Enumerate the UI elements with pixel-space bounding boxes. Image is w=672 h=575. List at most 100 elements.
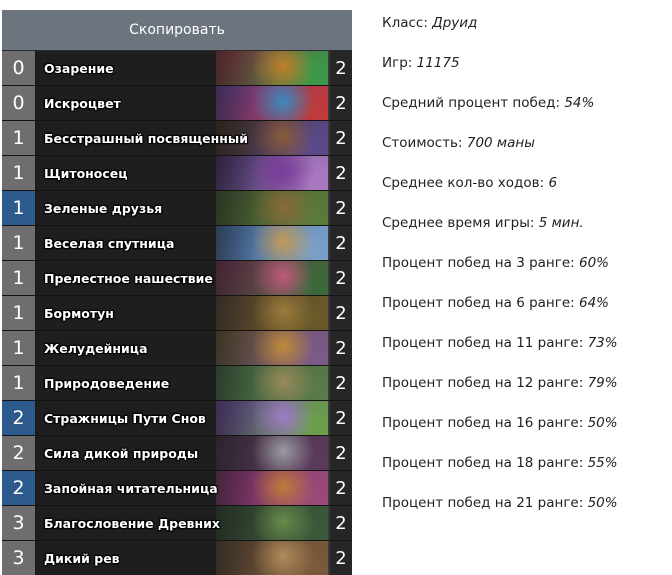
card-count: 2 bbox=[328, 436, 352, 470]
card-tile: Благословение Древних bbox=[37, 506, 328, 540]
stat-line: Среднее кол-во ходов: 6 bbox=[382, 172, 618, 212]
card-count: 2 bbox=[328, 471, 352, 505]
stat-label: Процент побед на 3 ранге: bbox=[382, 255, 579, 271]
stat-line: Средний процент побед: 54% bbox=[382, 92, 618, 132]
card-row[interactable]: 2 Сила дикой природы 2 bbox=[2, 436, 352, 471]
copy-button[interactable]: Скопировать bbox=[2, 10, 352, 51]
card-tile: Стражницы Пути Снов bbox=[37, 401, 328, 435]
card-name: Запойная читательница bbox=[44, 480, 218, 496]
card-count: 2 bbox=[328, 86, 352, 120]
stat-line: Процент побед на 18 ранге: 55% bbox=[382, 452, 618, 492]
stat-label: Процент побед на 11 ранге: bbox=[382, 335, 588, 351]
card-count: 2 bbox=[328, 366, 352, 400]
card-count: 2 bbox=[328, 226, 352, 260]
card-count: 2 bbox=[328, 401, 352, 435]
stat-value: 50% bbox=[587, 415, 618, 431]
mana-cost: 1 bbox=[2, 296, 37, 330]
card-row[interactable]: 0 Искроцвет 2 bbox=[2, 86, 352, 121]
mana-cost: 1 bbox=[2, 121, 37, 155]
card-tile: Зеленые друзья bbox=[37, 191, 328, 225]
stat-label: Класс: bbox=[382, 15, 433, 31]
stat-line: Процент побед на 6 ранге: 64% bbox=[382, 292, 618, 332]
card-row[interactable]: 1 Веселая спутница 2 bbox=[2, 226, 352, 261]
card-count: 2 bbox=[328, 506, 352, 540]
mana-cost: 1 bbox=[2, 191, 37, 225]
card-row[interactable]: 1 Бесстрашный посвященный 2 bbox=[2, 121, 352, 156]
mana-cost: 1 bbox=[2, 261, 37, 295]
card-row[interactable]: 1 Щитоносец 2 bbox=[2, 156, 352, 191]
stat-value: 64% bbox=[578, 295, 609, 311]
card-tile: Сила дикой природы bbox=[37, 436, 328, 470]
card-count: 2 bbox=[328, 331, 352, 365]
card-count: 2 bbox=[328, 541, 352, 575]
mana-cost: 2 bbox=[2, 471, 37, 505]
stat-label: Стоимость: bbox=[382, 135, 467, 151]
stat-value: 6 bbox=[548, 175, 558, 191]
mana-cost: 0 bbox=[2, 51, 37, 85]
card-row[interactable]: 1 Зеленые друзья 2 bbox=[2, 191, 352, 226]
card-tile: Природоведение bbox=[37, 366, 328, 400]
stat-label: Игр: bbox=[382, 55, 417, 71]
card-tile: Искроцвет bbox=[37, 86, 328, 120]
mana-cost: 1 bbox=[2, 156, 37, 190]
mana-cost: 3 bbox=[2, 506, 37, 540]
card-name: Искроцвет bbox=[44, 95, 121, 111]
card-tile: Щитоносец bbox=[37, 156, 328, 190]
mana-cost: 1 bbox=[2, 366, 37, 400]
stat-line: Процент побед на 12 ранге: 79% bbox=[382, 372, 618, 412]
card-row[interactable]: 1 Прелестное нашествие 2 bbox=[2, 261, 352, 296]
stat-line: Процент побед на 21 ранге: 50% bbox=[382, 492, 618, 532]
stat-value: 73% bbox=[587, 335, 618, 351]
card-name: Природоведение bbox=[44, 375, 170, 391]
stat-line: Класс: Друид bbox=[382, 12, 618, 52]
card-name: Стражницы Пути Снов bbox=[44, 410, 206, 426]
card-list: 0 Озарение 2 0 Искроцвет 2 1 Бесстрашный посвящ… bbox=[2, 51, 352, 575]
card-row[interactable]: 1 Желудейница 2 bbox=[2, 331, 352, 366]
stat-value: 79% bbox=[587, 375, 618, 391]
stat-line: Процент побед на 3 ранге: 60% bbox=[382, 252, 618, 292]
stat-value: 54% bbox=[564, 95, 595, 111]
card-count: 2 bbox=[328, 51, 352, 85]
card-name: Прелестное нашествие bbox=[44, 270, 213, 286]
card-row[interactable]: 1 Природоведение 2 bbox=[2, 366, 352, 401]
card-tile: Бормотун bbox=[37, 296, 328, 330]
mana-cost: 3 bbox=[2, 541, 37, 575]
card-name: Сила дикой природы bbox=[44, 445, 199, 461]
stat-value: 11175 bbox=[416, 55, 460, 71]
stat-line: Процент побед на 16 ранге: 50% bbox=[382, 412, 618, 452]
card-count: 2 bbox=[328, 261, 352, 295]
card-row[interactable]: 0 Озарение 2 bbox=[2, 51, 352, 86]
stat-label: Процент побед на 6 ранге: bbox=[382, 295, 579, 311]
mana-cost: 0 bbox=[2, 86, 37, 120]
stat-label: Процент побед на 12 ранге: bbox=[382, 375, 588, 391]
card-name: Зеленые друзья bbox=[44, 200, 163, 216]
card-row[interactable]: 2 Запойная читательница 2 bbox=[2, 471, 352, 506]
stat-line: Среднее время игры: 5 мин. bbox=[382, 212, 618, 252]
card-row[interactable]: 3 Благословение Древних 2 bbox=[2, 506, 352, 541]
card-name: Бормотун bbox=[44, 305, 114, 321]
deck-list: Скопировать 0 Озарение 2 0 Искроцвет 2 1 Бесстр… bbox=[2, 10, 352, 575]
stat-line: Игр: 11175 bbox=[382, 52, 618, 92]
card-count: 2 bbox=[328, 121, 352, 155]
card-tile: Прелестное нашествие bbox=[37, 261, 328, 295]
card-name: Веселая спутница bbox=[44, 235, 175, 251]
stat-label: Среднее время игры: bbox=[382, 215, 539, 231]
card-row[interactable]: 1 Бормотун 2 bbox=[2, 296, 352, 331]
stat-line: Процент побед на 11 ранге: 73% bbox=[382, 332, 618, 372]
card-row[interactable]: 2 Стражницы Пути Снов 2 bbox=[2, 401, 352, 436]
stat-label: Средний процент побед: bbox=[382, 95, 565, 111]
card-tile: Дикий рев bbox=[37, 541, 328, 575]
card-row[interactable]: 3 Дикий рев 2 bbox=[2, 541, 352, 575]
stat-value: 5 мин. bbox=[538, 215, 584, 231]
deck-stats: Класс: Друид Игр: 11175 Средний процент по… bbox=[382, 12, 618, 532]
stat-value: Друид bbox=[432, 15, 478, 31]
card-tile: Запойная читательница bbox=[37, 471, 328, 505]
mana-cost: 2 bbox=[2, 436, 37, 470]
stat-value: 700 маны bbox=[466, 135, 535, 151]
card-name: Желудейница bbox=[44, 340, 148, 356]
card-name: Дикий рев bbox=[44, 550, 120, 566]
stat-value: 55% bbox=[587, 455, 618, 471]
card-tile: Веселая спутница bbox=[37, 226, 328, 260]
card-tile: Желудейница bbox=[37, 331, 328, 365]
card-count: 2 bbox=[328, 156, 352, 190]
